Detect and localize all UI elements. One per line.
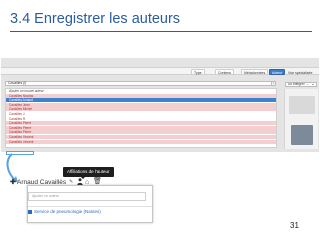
toolbar-contenu-button[interactable]: Contenu [215,69,235,75]
author-option[interactable]: Cavailles Jean [6,102,276,107]
add-new-author-option[interactable]: Ajouter un nouvel auteur [6,89,276,93]
clear-search-icon[interactable]: × [271,81,276,86]
trash-icon[interactable]: 🗑 [93,178,102,185]
zoomed-author-inset [27,185,153,223]
author-option[interactable]: Cavailles J. [6,112,276,116]
integrate-dropdown[interactable]: ou intégrer ... [285,82,317,87]
author-option[interactable]: Cavailles Michel [6,107,276,112]
author-option[interactable]: Cavailles Vincent [6,139,276,144]
person-icon[interactable] [77,178,83,185]
affiliation-icon [28,210,32,214]
toolbar-auteur-button[interactable]: Auteur [269,69,286,75]
author-option[interactable]: Cavailles R. [6,116,276,121]
author-option[interactable]: Cavailles Pierre [6,125,276,130]
affiliation-input[interactable]: Ajouter un auteur [28,192,146,201]
author-suggestion-list: Ajouter un nouvel auteur Cavailles Nicola… [5,88,277,148]
submission-screenshot: Type Contenu Métadonnées Auteur Vue spéciali… [1,58,319,152]
author-option[interactable]: Cavailles Vincent [6,135,276,139]
toolbar-type-button[interactable]: Type [191,69,205,75]
author-option[interactable]: Cavailles Pierre [6,121,276,126]
platform-logo [291,125,313,145]
home-icon[interactable]: ⌂ [85,179,89,186]
integrate-dropdown-label: ou intégrer ... [288,82,309,86]
affiliations-tooltip: Affiliations de l'auteur [63,167,114,177]
author-option[interactable]: Cavailles Arnaud [6,98,276,103]
author-name: Arnaud Cavaillès [17,179,67,186]
slide-title: 3.4 Enregistrer les auteurs [10,11,181,27]
affiliation-link[interactable]: Service de pneumologie (Nantes) [34,209,101,215]
chevron-down-icon [312,84,314,85]
inset-divider [28,206,152,207]
help-side-panel [284,89,318,149]
step-toolbar: Type Contenu Métadonnées Auteur Vue spéciali… [1,67,319,75]
toolbar-m-tadonn-es-button[interactable]: Métadonnées [241,69,269,75]
pencil-icon[interactable]: ✎ [69,179,73,186]
help-box [289,96,315,114]
title-divider [10,31,312,32]
author-option[interactable]: Cavailles Pierre [6,130,276,135]
toolbar-vue-sp-cialis-e-button[interactable]: Vue spécialisée [285,69,315,75]
author-option[interactable]: Cavailles Nicolas [6,93,276,98]
page-number: 31 [290,221,299,230]
author-search-input[interactable]: Cavailles (l) [5,81,275,86]
move-handle-icon[interactable]: ✚ [10,179,16,186]
